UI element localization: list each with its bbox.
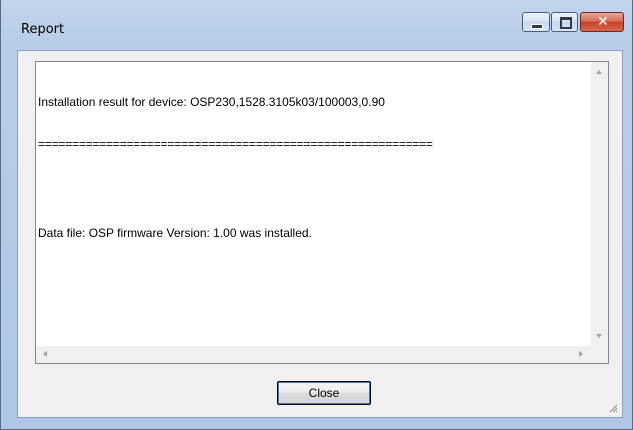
- arrow-down-icon[interactable]: [596, 334, 602, 338]
- report-text-area[interactable]: Installation result for device: OSP230,1…: [35, 61, 609, 364]
- report-line: Installation result for device: OSP230,1…: [38, 95, 385, 109]
- minimize-icon: [531, 24, 543, 29]
- vertical-scrollbar[interactable]: [591, 62, 608, 346]
- dialog-client-area: Installation result for device: OSP230,1…: [17, 50, 623, 418]
- horizontal-scrollbar[interactable]: [36, 346, 591, 363]
- arrow-right-icon[interactable]: [579, 351, 583, 357]
- report-line: Data file: OSP firmware Version: 1.00 wa…: [38, 226, 312, 240]
- resize-grip-icon[interactable]: [608, 403, 618, 413]
- report-text: Installation result for device: OSP230,1…: [38, 65, 588, 343]
- maximize-icon: [560, 17, 572, 29]
- arrow-up-icon[interactable]: [596, 70, 602, 74]
- window-title: Report: [21, 22, 65, 37]
- window-close-button[interactable]: ✕: [580, 12, 624, 32]
- close-icon: ✕: [597, 14, 609, 30]
- report-line: ========================================…: [38, 137, 433, 151]
- scrollbar-corner: [591, 346, 608, 363]
- title-bar[interactable]: Report ✕: [1, 0, 632, 50]
- maximize-button[interactable]: [551, 12, 578, 32]
- minimize-button[interactable]: [522, 12, 550, 32]
- close-button[interactable]: Close: [277, 381, 371, 405]
- report-line: [38, 181, 588, 196]
- arrow-left-icon[interactable]: [43, 351, 47, 357]
- report-window: Report ✕ Installation result for device:…: [0, 0, 633, 430]
